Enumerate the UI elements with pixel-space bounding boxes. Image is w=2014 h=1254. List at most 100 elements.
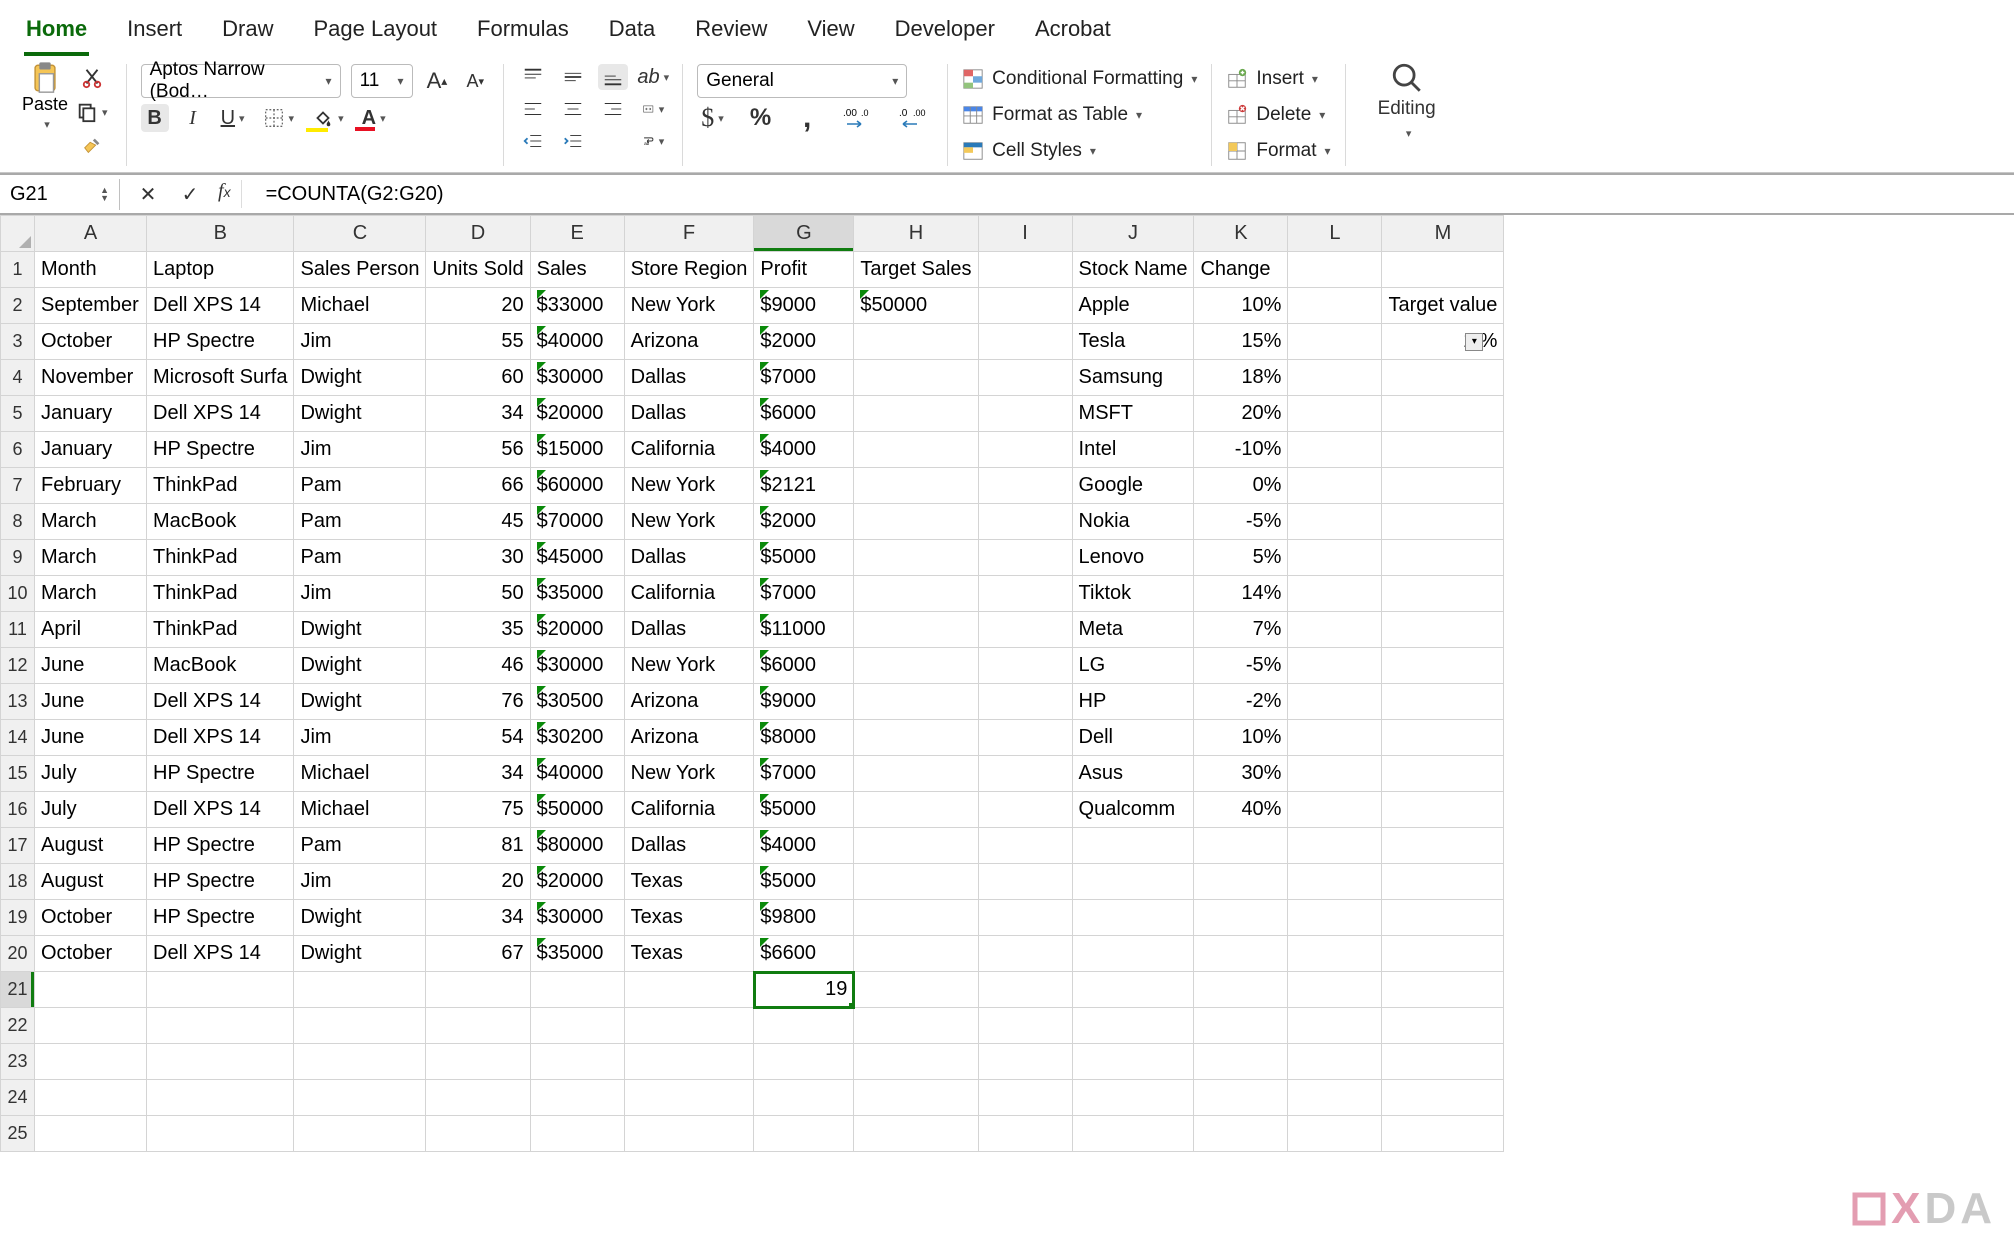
row-header-19[interactable]: 19 [1,900,35,936]
tab-review[interactable]: Review [693,10,769,56]
tab-formulas[interactable]: Formulas [475,10,571,56]
cell-I25[interactable] [978,1116,1072,1152]
cell-H19[interactable] [854,900,978,936]
cell-I23[interactable] [978,1044,1072,1080]
cell-M4[interactable] [1382,360,1504,396]
cell-C2[interactable]: Michael [294,288,426,324]
cell-B24[interactable] [147,1080,294,1116]
cell-H20[interactable] [854,936,978,972]
cell-F25[interactable] [624,1116,754,1152]
column-header-F[interactable]: F [624,216,754,252]
cell-H4[interactable] [854,360,978,396]
cell-L8[interactable] [1288,504,1382,540]
cell-G8[interactable]: $2000 [754,504,854,540]
decrease-indent-button[interactable] [518,128,548,154]
cell-D13[interactable]: 76 [426,684,530,720]
cell-L5[interactable] [1288,396,1382,432]
cell-J15[interactable]: Asus [1072,756,1194,792]
cell-B2[interactable]: Dell XPS 14 [147,288,294,324]
row-header-5[interactable]: 5 [1,396,35,432]
name-box-spinner[interactable]: ▲▼ [100,186,109,202]
cell-L20[interactable] [1288,936,1382,972]
cell-H24[interactable] [854,1080,978,1116]
cell-I7[interactable] [978,468,1072,504]
row-header-2[interactable]: 2 [1,288,35,324]
format-cells-button[interactable]: Format▾ [1226,136,1330,166]
cell-H8[interactable] [854,504,978,540]
cell-I2[interactable] [978,288,1072,324]
font-color-button[interactable]: A [358,104,390,132]
cell-K20[interactable] [1194,936,1288,972]
cell-F19[interactable]: Texas [624,900,754,936]
cell-B9[interactable]: ThinkPad [147,540,294,576]
number-format-select[interactable]: General▾ [697,64,907,98]
cell-G10[interactable]: $7000 [754,576,854,612]
cell-B14[interactable]: Dell XPS 14 [147,720,294,756]
cell-K9[interactable]: 5% [1194,540,1288,576]
cell-E20[interactable]: $35000 [530,936,624,972]
cell-C11[interactable]: Dwight [294,612,426,648]
cell-L4[interactable] [1288,360,1382,396]
cell-M6[interactable] [1382,432,1504,468]
cell-J13[interactable]: HP [1072,684,1194,720]
cell-C22[interactable] [294,1008,426,1044]
cell-A16[interactable]: July [35,792,147,828]
cell-D5[interactable]: 34 [426,396,530,432]
cell-styles-button[interactable]: Cell Styles▾ [962,136,1197,166]
row-header-3[interactable]: 3 [1,324,35,360]
paste-button[interactable] [24,64,66,92]
cell-C21[interactable] [294,972,426,1008]
cell-C23[interactable] [294,1044,426,1080]
cell-D1[interactable]: Units Sold [426,252,530,288]
cell-B21[interactable] [147,972,294,1008]
cell-E6[interactable]: $15000 [530,432,624,468]
cell-B17[interactable]: HP Spectre [147,828,294,864]
cell-L6[interactable] [1288,432,1382,468]
cell-A15[interactable]: July [35,756,147,792]
cell-I6[interactable] [978,432,1072,468]
orientation-button[interactable]: ab [638,64,668,90]
cell-D2[interactable]: 20 [426,288,530,324]
row-header-12[interactable]: 12 [1,648,35,684]
cell-I17[interactable] [978,828,1072,864]
cell-B10[interactable]: ThinkPad [147,576,294,612]
cell-K16[interactable]: 40% [1194,792,1288,828]
cell-M13[interactable] [1382,684,1504,720]
cell-B6[interactable]: HP Spectre [147,432,294,468]
cell-E11[interactable]: $20000 [530,612,624,648]
cell-F22[interactable] [624,1008,754,1044]
cell-M18[interactable] [1382,864,1504,900]
cell-J3[interactable]: Tesla [1072,324,1194,360]
cell-G25[interactable] [754,1116,854,1152]
cell-I10[interactable] [978,576,1072,612]
cell-E22[interactable] [530,1008,624,1044]
cell-D17[interactable]: 81 [426,828,530,864]
cell-B18[interactable]: HP Spectre [147,864,294,900]
cell-J18[interactable] [1072,864,1194,900]
decrease-decimal-button[interactable]: .0.00 [895,104,933,132]
cell-M19[interactable] [1382,900,1504,936]
cell-B7[interactable]: ThinkPad [147,468,294,504]
cell-G22[interactable] [754,1008,854,1044]
cell-M8[interactable] [1382,504,1504,540]
cell-L12[interactable] [1288,648,1382,684]
cell-B4[interactable]: Microsoft Surfa [147,360,294,396]
delete-cells-button[interactable]: Delete▾ [1226,100,1330,130]
column-header-M[interactable]: M [1382,216,1504,252]
decrease-font-button[interactable]: A▾ [461,67,489,95]
cell-C25[interactable] [294,1116,426,1152]
cell-L3[interactable] [1288,324,1382,360]
spreadsheet-grid[interactable]: ABCDEFGHIJKLM 1MonthLaptopSales PersonUn… [0,215,2014,1152]
cell-M14[interactable] [1382,720,1504,756]
cell-H23[interactable] [854,1044,978,1080]
cell-I5[interactable] [978,396,1072,432]
cell-I16[interactable] [978,792,1072,828]
increase-indent-button[interactable] [558,128,588,154]
cell-H22[interactable] [854,1008,978,1044]
cell-K19[interactable] [1194,900,1288,936]
cell-D21[interactable] [426,972,530,1008]
cell-J4[interactable]: Samsung [1072,360,1194,396]
cell-G18[interactable]: $5000 [754,864,854,900]
cell-C3[interactable]: Jim [294,324,426,360]
row-header-13[interactable]: 13 [1,684,35,720]
